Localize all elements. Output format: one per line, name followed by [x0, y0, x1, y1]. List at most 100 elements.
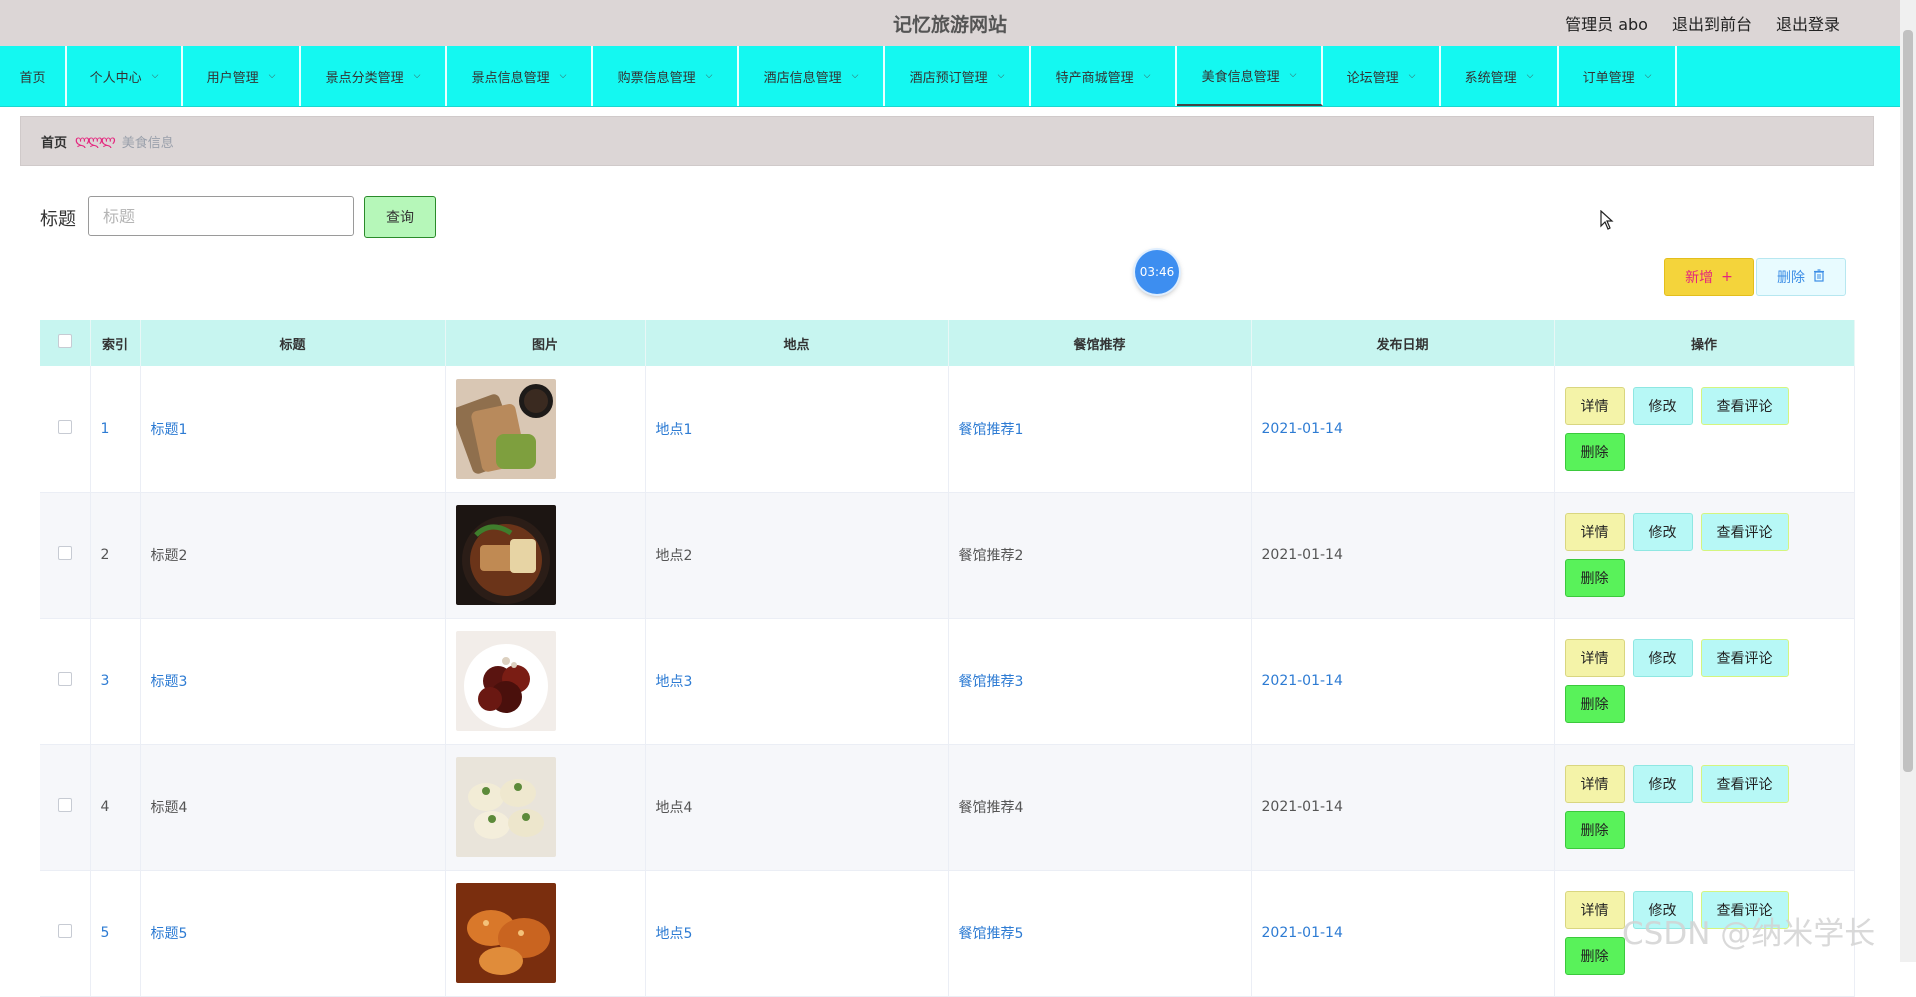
nav-item-10[interactable]: 论坛管理 ⌵	[1323, 46, 1441, 106]
nav-item-9[interactable]: 美食信息管理 ⌵	[1177, 46, 1323, 106]
row-checkbox-cell	[40, 366, 91, 493]
column-header-image: 图片	[445, 320, 646, 366]
cell-date[interactable]: 2021-01-14	[1251, 870, 1555, 997]
row-checkbox-cell	[40, 744, 91, 871]
chevron-down-icon: ⌵	[413, 71, 421, 81]
nav-item-5[interactable]: 购票信息管理 ⌵	[593, 46, 739, 106]
food-image-fried-chicken	[455, 883, 556, 983]
nav-item-label: 系统管理	[1464, 70, 1517, 86]
row-checkbox[interactable]	[57, 419, 72, 434]
row-checkbox-cell	[40, 618, 91, 745]
nav-item-11[interactable]: 系统管理 ⌵	[1441, 46, 1559, 106]
trash-icon	[1813, 268, 1825, 286]
delete-button[interactable]: 删除	[1564, 559, 1625, 597]
cell-title[interactable]: 标题1	[140, 366, 446, 493]
column-header-restaurant: 餐馆推荐	[948, 320, 1252, 366]
nav-item-3[interactable]: 景点分类管理 ⌵	[301, 46, 447, 106]
select-all-checkbox[interactable]	[57, 334, 72, 348]
watermark: CSDN @纳米学长	[1622, 916, 1876, 952]
detail-button[interactable]: 详情	[1564, 639, 1625, 677]
cell-image	[445, 618, 646, 745]
view-comments-button[interactable]: 查看评论	[1700, 765, 1789, 803]
cell-restaurant[interactable]: 餐馆推荐3	[948, 618, 1252, 745]
cell-index[interactable]: 5	[90, 870, 141, 997]
timer-badge: 03:46	[1135, 250, 1179, 294]
nav-item-label: 美食信息管理	[1201, 69, 1280, 85]
row-checkbox-cell	[40, 492, 91, 619]
column-header-actions: 操作	[1554, 320, 1855, 366]
nav-item-label: 酒店信息管理	[763, 70, 842, 86]
delete-button[interactable]: 删除	[1564, 432, 1625, 471]
delete-button[interactable]: 删除	[1564, 811, 1625, 849]
cell-index: 2	[90, 492, 141, 619]
cell-place[interactable]: 地点1	[645, 366, 949, 493]
cell-date[interactable]: 2021-01-14	[1251, 366, 1555, 493]
breadcrumb-home[interactable]: 首页	[41, 132, 67, 151]
delete-button[interactable]: 删除	[1564, 685, 1625, 723]
cell-index[interactable]: 1	[90, 366, 141, 493]
nav-item-6[interactable]: 酒店信息管理 ⌵	[739, 46, 885, 106]
row-checkbox[interactable]	[57, 672, 72, 686]
batch-delete-button[interactable]: 删除	[1756, 258, 1846, 296]
detail-button[interactable]: 详情	[1564, 891, 1625, 929]
detail-button[interactable]: 详情	[1564, 513, 1625, 551]
nav-item-2[interactable]: 用户管理 ⌵	[183, 46, 301, 106]
table-row: 5 标题5 地点5 餐馆推荐5 2021-01-14 详情 修改 查看评论 删除	[40, 870, 1855, 997]
nav-item-0[interactable]: 首页	[0, 46, 67, 106]
edit-button[interactable]: 修改	[1632, 386, 1693, 425]
edit-button[interactable]: 修改	[1632, 513, 1693, 551]
nav-item-label: 首页	[19, 70, 46, 86]
scrollbar-thumb[interactable]	[1903, 30, 1913, 772]
nav-item-8[interactable]: 特产商城管理 ⌵	[1031, 46, 1177, 106]
food-image-braised-fish-pot	[455, 505, 556, 605]
row-checkbox[interactable]	[57, 798, 72, 812]
nav-item-12[interactable]: 订单管理 ⌵	[1559, 46, 1677, 106]
cell-title[interactable]: 标题3	[140, 618, 446, 745]
row-checkbox-cell	[40, 870, 91, 997]
view-comments-button[interactable]: 查看评论	[1700, 386, 1789, 425]
delete-button[interactable]: 删除	[1564, 937, 1625, 975]
cell-index[interactable]: 3	[90, 618, 141, 745]
edit-button[interactable]: 修改	[1632, 639, 1693, 677]
table-row: 1 标题1 地点1 餐馆推荐1 2021-01-14 详情 修改 查看评论删除	[40, 366, 1855, 493]
cell-place[interactable]: 地点5	[645, 870, 949, 997]
chevron-down-icon: ⌵	[851, 71, 859, 81]
back-to-frontend-link[interactable]: 退出到前台	[1672, 11, 1752, 35]
food-table: 索引 标题 图片 地点 餐馆推荐 发布日期 操作 1 标题1 地点1 餐馆推荐1 202…	[40, 320, 1855, 997]
cell-image	[445, 744, 646, 871]
cell-title: 标题2	[140, 492, 446, 619]
cell-place[interactable]: 地点3	[645, 618, 949, 745]
cell-restaurant[interactable]: 餐馆推荐1	[948, 366, 1252, 493]
nav-item-7[interactable]: 酒店预订管理 ⌵	[885, 46, 1031, 106]
cell-place: 地点2	[645, 492, 949, 619]
cell-restaurant: 餐馆推荐4	[948, 744, 1252, 871]
admin-user-label[interactable]: 管理员 abo	[1565, 11, 1648, 35]
cell-title[interactable]: 标题5	[140, 870, 446, 997]
breadcrumb-current: 美食信息	[121, 135, 174, 151]
detail-button[interactable]: 详情	[1564, 765, 1625, 803]
logout-link[interactable]: 退出登录	[1776, 11, 1840, 35]
add-button[interactable]: 新增 +	[1664, 258, 1754, 296]
edit-button[interactable]: 修改	[1632, 765, 1693, 803]
cell-date[interactable]: 2021-01-14	[1251, 618, 1555, 745]
chevron-down-icon: ⌵	[1526, 71, 1534, 81]
breadcrumb: 首页 ლლლ 美食信息	[20, 116, 1874, 166]
cell-restaurant[interactable]: 餐馆推荐5	[948, 870, 1252, 997]
view-comments-button[interactable]: 查看评论	[1700, 513, 1789, 551]
detail-button[interactable]: 详情	[1564, 386, 1625, 425]
nav-item-4[interactable]: 景点信息管理 ⌵	[447, 46, 593, 106]
nav-item-label: 用户管理	[206, 70, 259, 86]
nav-item-1[interactable]: 个人中心 ⌵	[67, 46, 183, 106]
chevron-down-icon: ⌵	[997, 71, 1005, 81]
view-comments-button[interactable]: 查看评论	[1700, 639, 1789, 677]
cell-actions: 详情 修改 查看评论删除	[1554, 366, 1855, 493]
row-actions: 详情 修改 查看评论删除	[1564, 639, 1805, 723]
search-button[interactable]: 查询	[364, 196, 436, 238]
row-checkbox[interactable]	[57, 546, 72, 560]
cell-date: 2021-01-14	[1251, 744, 1555, 871]
chevron-down-icon: ⌵	[151, 71, 159, 81]
cell-actions: 详情 修改 查看评论删除	[1554, 492, 1855, 619]
cell-restaurant: 餐馆推荐2	[948, 492, 1252, 619]
search-input[interactable]	[88, 196, 354, 236]
row-checkbox[interactable]	[57, 924, 72, 938]
